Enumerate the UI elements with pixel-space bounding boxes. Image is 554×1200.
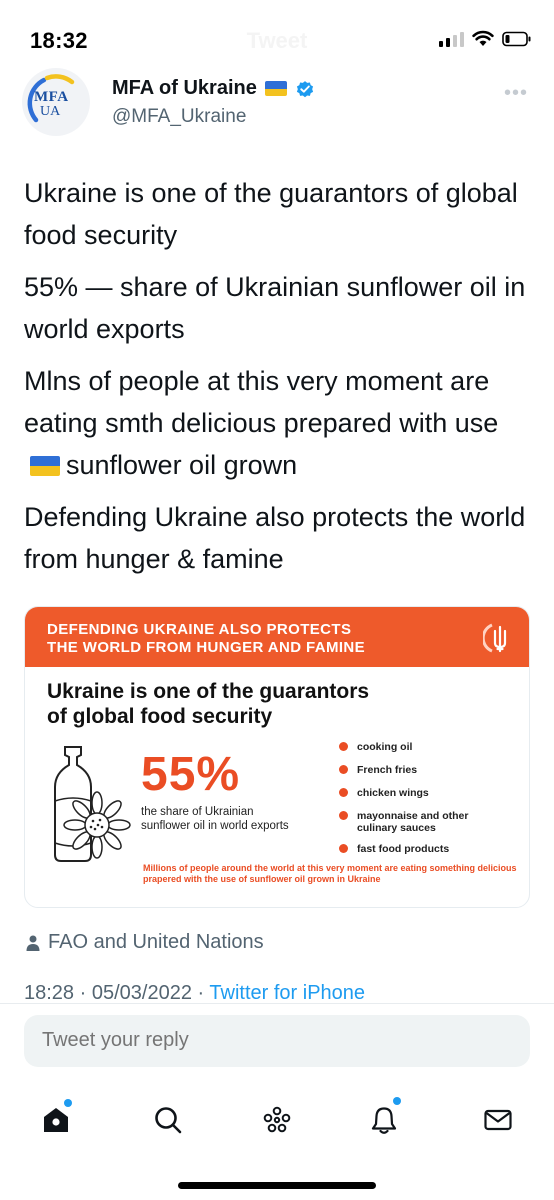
- home-notification-dot: [64, 1099, 72, 1107]
- list-item-label: French fries: [357, 764, 418, 776]
- tab-spaces[interactable]: [255, 1098, 299, 1142]
- infographic-heading: Ukraine is one of the guarantors of glob…: [47, 679, 467, 729]
- export-share-description: the share of Ukrainian sunflower oil in …: [141, 806, 289, 832]
- bullet-dot: [339, 765, 348, 774]
- person-icon: [26, 935, 40, 951]
- source-label[interactable]: FAO and United Nations: [48, 931, 264, 954]
- tweet-paragraph: Mlns of people at this very moment are e…: [24, 360, 534, 486]
- cellular-signal-icon: [439, 31, 464, 47]
- list-item: mayonnaise and other culinary sauces: [339, 810, 529, 834]
- home-icon: [44, 1108, 68, 1132]
- author-name[interactable]: MFA of Ukraine: [112, 77, 257, 100]
- banner-line: THE WORLD FROM HUNGER AND FAMINE: [47, 639, 366, 656]
- meta-separator: ·: [79, 982, 87, 1004]
- author-name-row[interactable]: MFA of Ukraine: [112, 77, 315, 100]
- tab-home[interactable]: [34, 1098, 78, 1142]
- tweet-text-segment: sunflower oil grown: [66, 450, 298, 480]
- status-icons: [439, 30, 532, 47]
- tweet-paragraph: Ukraine is one of the guarantors of glob…: [24, 178, 518, 250]
- infographic-footnote: Millions of people around the world at t…: [143, 863, 517, 884]
- list-item: cooking oil: [339, 741, 529, 753]
- status-time: 18:32: [30, 28, 88, 53]
- author-handle[interactable]: @MFA_Ukraine: [112, 106, 246, 128]
- reply-box[interactable]: [24, 1015, 530, 1067]
- tab-messages[interactable]: [476, 1098, 520, 1142]
- bullet-dot: [339, 844, 348, 853]
- list-item-label: fast food products: [357, 843, 450, 855]
- tweet-text: Ukraine is one of the guarantors of glob…: [24, 172, 534, 590]
- list-item-label: mayonnaise and other culinary sauces: [357, 810, 469, 834]
- meta-separator: ·: [197, 982, 205, 1004]
- tweet-image[interactable]: DEFENDING UKRAINE ALSO PROTECTS THE WORL…: [24, 606, 530, 908]
- messages-icon: [484, 1109, 512, 1131]
- tweet-author[interactable]: MFA UA MFA of Ukraine @MFA_Ukraine •••: [22, 68, 532, 148]
- tweet-paragraph: 55% — share of Ukrainian sunflower oil i…: [24, 272, 526, 344]
- wifi-icon: [472, 30, 494, 46]
- avatar[interactable]: MFA UA: [22, 68, 90, 136]
- tab-notifications[interactable]: [362, 1097, 406, 1142]
- list-item: chicken wings: [339, 787, 529, 799]
- notifications-badge-dot: [393, 1097, 401, 1105]
- sunflower-oil-uses-list: cooking oil French fries chicken wings m…: [339, 741, 529, 866]
- tweet-time: 18:28: [24, 982, 75, 1004]
- avatar-label-bottom: UA: [40, 104, 61, 119]
- spaces-icon: [263, 1106, 291, 1133]
- tweet-paragraph: Defending Ukraine also protects the worl…: [24, 502, 526, 574]
- ukraine-flag-icon: [264, 81, 287, 96]
- tab-bar: [0, 1090, 554, 1150]
- list-item-label: chicken wings: [357, 787, 429, 799]
- tweet-text-segment: Mlns of people at this very moment are e…: [24, 366, 499, 438]
- tweet-metadata: 18:28 · 05/03/2022 · Twitter for iPhone: [24, 982, 365, 1005]
- reply-input[interactable]: [42, 1029, 512, 1052]
- notifications-icon: [371, 1107, 397, 1134]
- list-item: fast food products: [339, 843, 529, 855]
- banner-text: DEFENDING UKRAINE ALSO PROTECTS THE WORL…: [47, 621, 365, 657]
- tab-search[interactable]: [146, 1098, 190, 1142]
- infographic-banner: DEFENDING UKRAINE ALSO PROTECTS THE WORL…: [25, 607, 529, 667]
- home-indicator[interactable]: [178, 1182, 376, 1189]
- export-share-percent: 55%: [141, 748, 241, 801]
- trident-icon: [483, 623, 507, 653]
- heading-line: of global food security: [47, 705, 273, 728]
- sunflower-oil-bottle-icon: [54, 746, 131, 862]
- ukraine-flag-icon: [30, 456, 60, 476]
- search-icon: [155, 1107, 182, 1134]
- heading-line: Ukraine is one of the guarantors: [47, 680, 370, 703]
- source-attribution[interactable]: FAO and United Nations: [26, 931, 264, 954]
- bullet-dot: [339, 811, 348, 820]
- list-item-label: cooking oil: [357, 741, 413, 753]
- divider: [0, 1003, 554, 1004]
- more-dots-icon[interactable]: •••: [504, 82, 528, 105]
- tweet-client-link[interactable]: Twitter for iPhone: [209, 982, 365, 1004]
- tweet-date: 05/03/2022: [91, 982, 192, 1004]
- list-item: French fries: [339, 764, 529, 776]
- verified-badge-icon: [296, 80, 313, 97]
- battery-icon: [502, 31, 531, 46]
- bullet-dot: [339, 742, 348, 751]
- bullet-dot: [339, 788, 348, 797]
- banner-line: DEFENDING UKRAINE ALSO PROTECTS: [47, 621, 352, 638]
